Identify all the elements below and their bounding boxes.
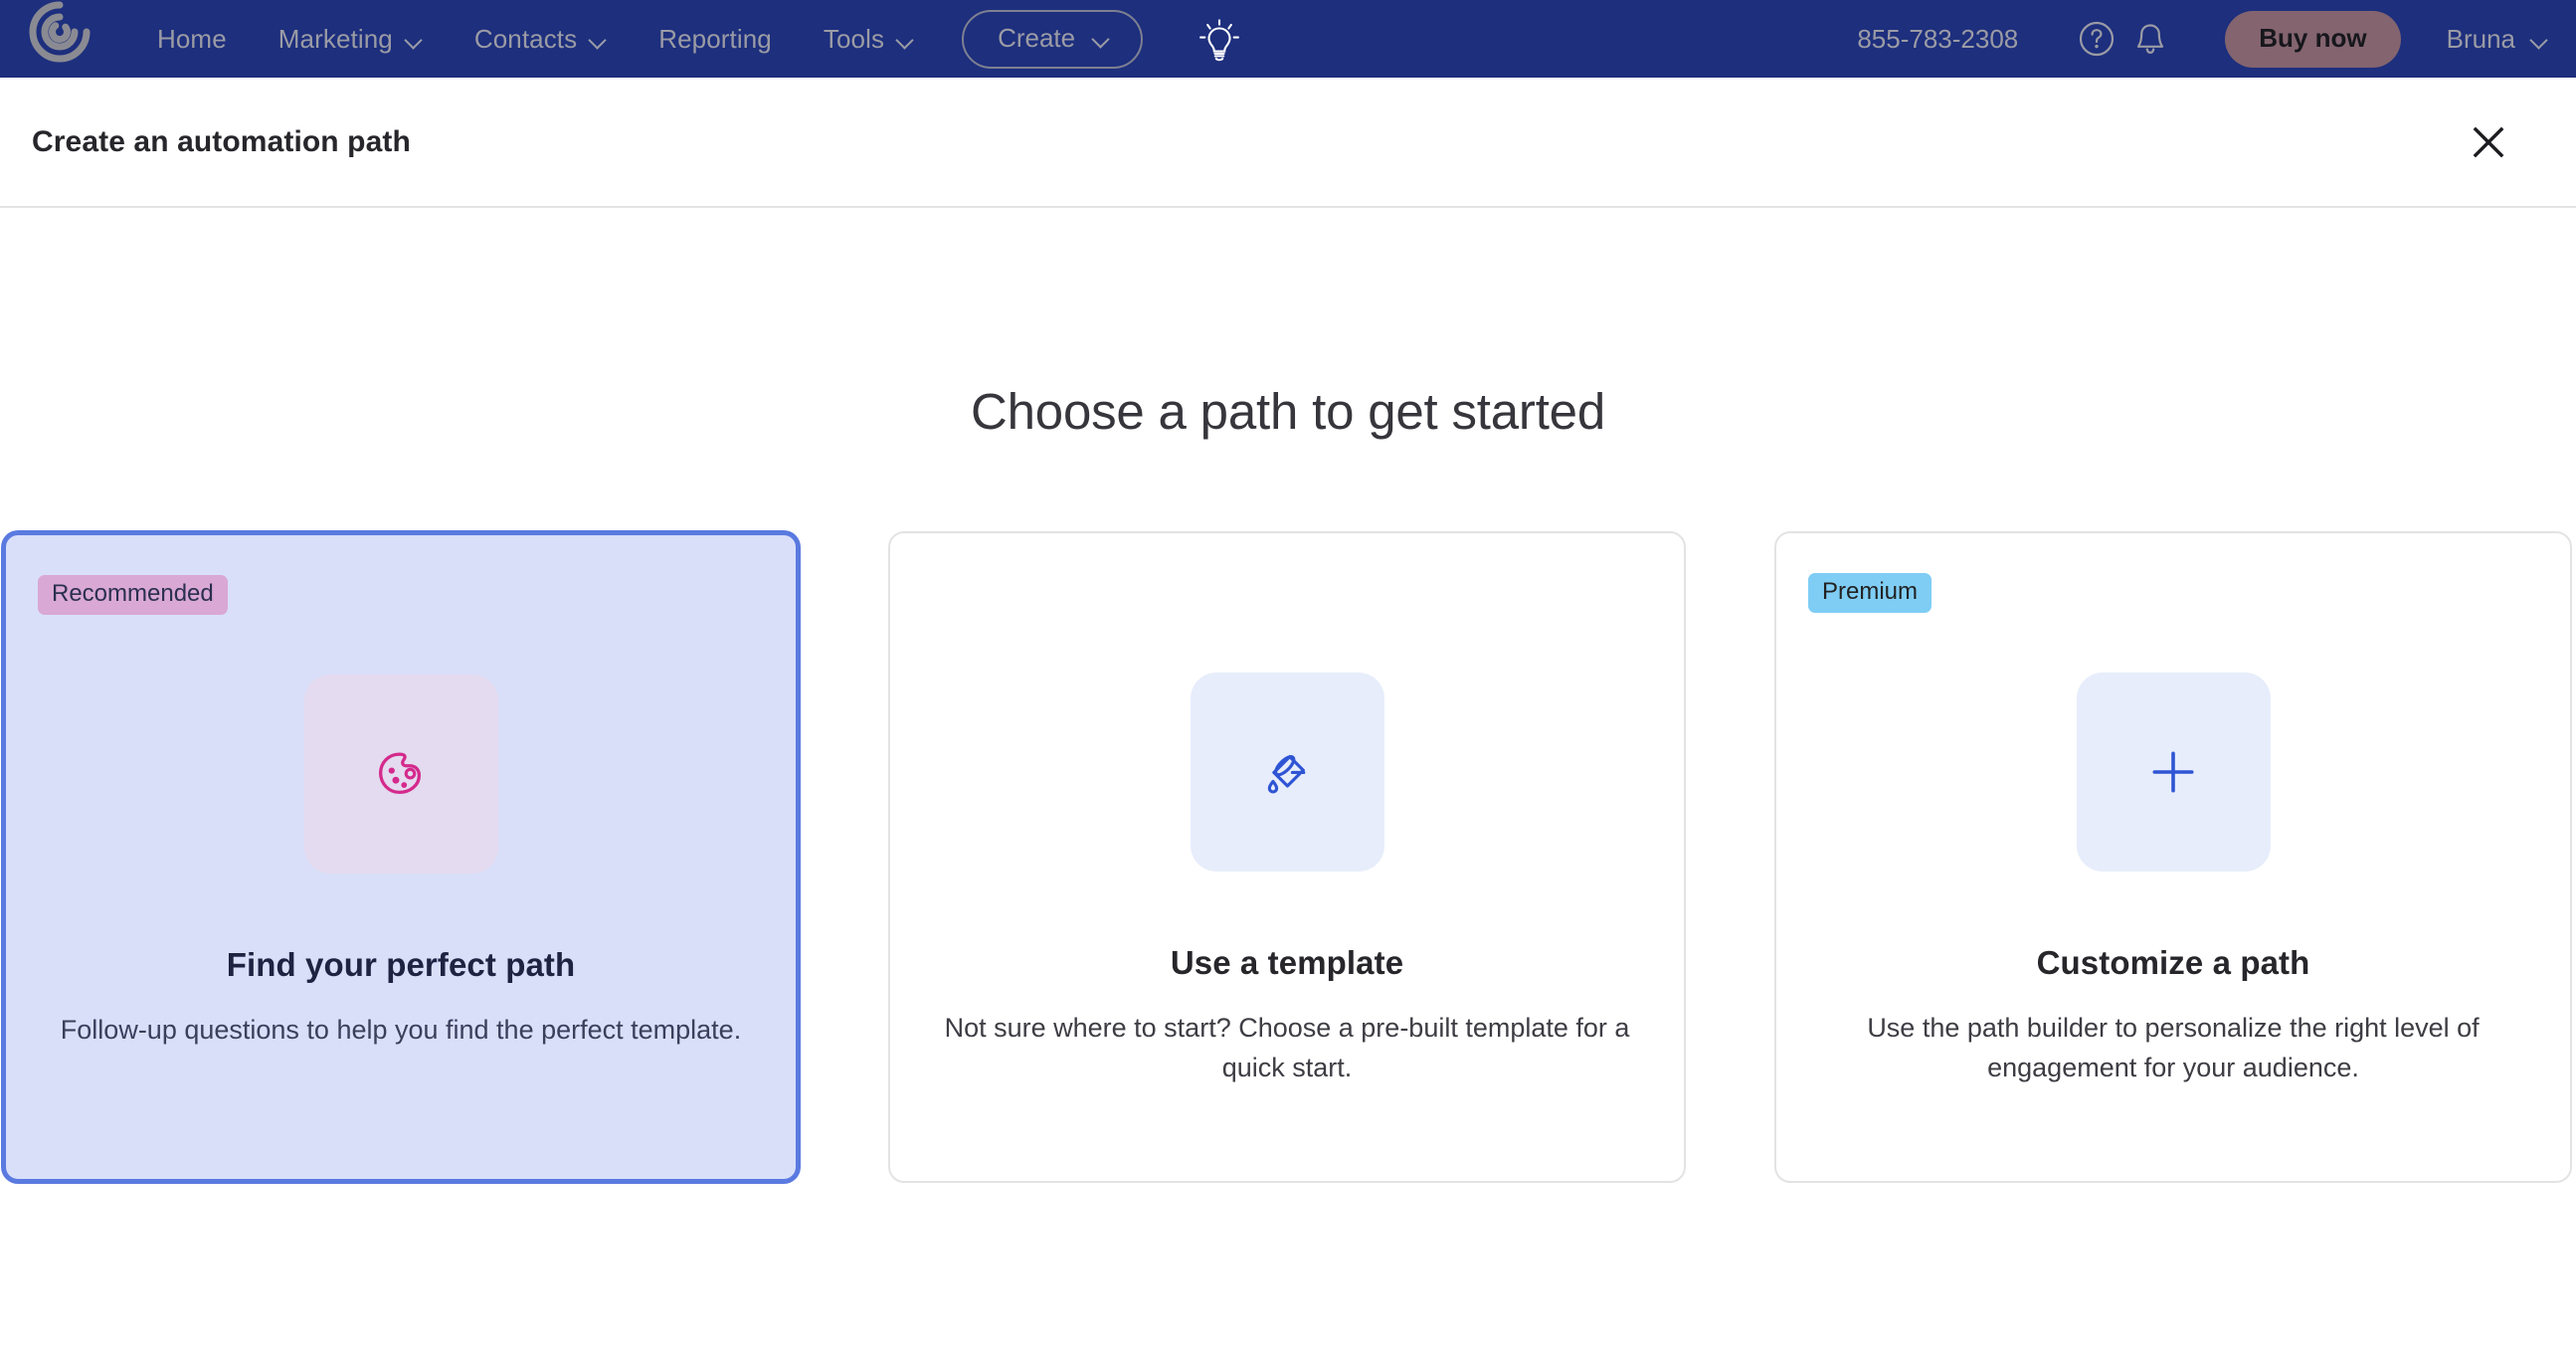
- nav-right-cluster: 855-783-2308 Buy now Bruna: [1857, 11, 2548, 68]
- account-menu[interactable]: Bruna: [2447, 24, 2548, 55]
- nav-item-contacts[interactable]: Contacts: [449, 0, 633, 78]
- create-button[interactable]: Create: [962, 10, 1143, 69]
- chevron-down-icon: [2531, 34, 2548, 44]
- nav-item-tools[interactable]: Tools: [798, 0, 940, 78]
- nav-item-marketing[interactable]: Marketing: [253, 0, 449, 78]
- paint-bucket-icon: [1258, 743, 1316, 801]
- card-title: Find your perfect path: [227, 946, 576, 984]
- close-icon[interactable]: [2461, 114, 2516, 170]
- card-icon-tile: [1191, 673, 1384, 872]
- top-navigation-bar: Home Marketing Contacts Reporting Tools …: [0, 0, 2576, 78]
- path-card-use-a-template[interactable]: Use a template Not sure where to start? …: [888, 531, 1686, 1183]
- nav-item-reporting[interactable]: Reporting: [633, 0, 798, 78]
- nav-item-label: Reporting: [658, 24, 772, 55]
- chevron-down-icon: [406, 34, 423, 44]
- account-name: Bruna: [2447, 24, 2515, 55]
- chevron-down-icon: [1093, 33, 1110, 43]
- path-card-customize-a-path[interactable]: Premium Customize a path Use the path bu…: [1774, 531, 2572, 1183]
- lightbulb-glyph: [1198, 16, 1240, 62]
- buy-now-label: Buy now: [2259, 23, 2366, 53]
- card-description: Use the path builder to personalize the …: [1830, 1008, 2516, 1087]
- page-title: Create an automation path: [32, 125, 411, 159]
- card-description: Not sure where to start? Choose a pre-bu…: [944, 1008, 1630, 1087]
- main-content: Choose a path to get started Recommended…: [0, 382, 2576, 1183]
- nav-item-home[interactable]: Home: [131, 0, 253, 78]
- support-phone-number[interactable]: 855-783-2308: [1857, 24, 2018, 55]
- nav-links: Home Marketing Contacts Reporting Tools: [131, 0, 940, 78]
- modal-header: Create an automation path: [0, 78, 2576, 208]
- buy-now-button[interactable]: Buy now: [2225, 11, 2400, 68]
- card-description: Follow-up questions to help you find the…: [58, 1010, 744, 1050]
- help-circle-icon[interactable]: [2070, 12, 2123, 66]
- chevron-down-icon: [590, 34, 607, 44]
- bell-icon[interactable]: [2123, 12, 2177, 66]
- nav-item-label: Tools: [824, 24, 884, 55]
- chevron-down-icon: [897, 34, 914, 44]
- plus-icon: [2143, 742, 2203, 802]
- bell-glyph: [2130, 18, 2170, 60]
- create-button-label: Create: [998, 23, 1075, 54]
- status-badge: Premium: [1808, 573, 1932, 613]
- nav-item-label: Marketing: [278, 24, 393, 55]
- card-icon-tile: [304, 675, 498, 874]
- palette-icon: [370, 743, 432, 805]
- logo-glyph: [22, 0, 97, 70]
- nav-item-label: Contacts: [474, 24, 577, 55]
- path-card-find-your-perfect-path[interactable]: Recommended Find your perfect path Follo…: [2, 531, 800, 1183]
- card-icon-tile: [2077, 673, 2271, 872]
- card-title: Use a template: [1171, 944, 1403, 982]
- path-options-grid: Recommended Find your perfect path Follo…: [0, 531, 2576, 1183]
- card-title: Customize a path: [2037, 944, 2310, 982]
- close-glyph: [2472, 125, 2505, 159]
- help-circle-glyph: [2077, 19, 2116, 59]
- constant-contact-logo[interactable]: [22, 0, 97, 70]
- nav-item-label: Home: [157, 24, 227, 55]
- lightbulb-icon[interactable]: [1196, 15, 1242, 63]
- choose-path-heading: Choose a path to get started: [0, 382, 2576, 441]
- status-badge: Recommended: [38, 575, 228, 615]
